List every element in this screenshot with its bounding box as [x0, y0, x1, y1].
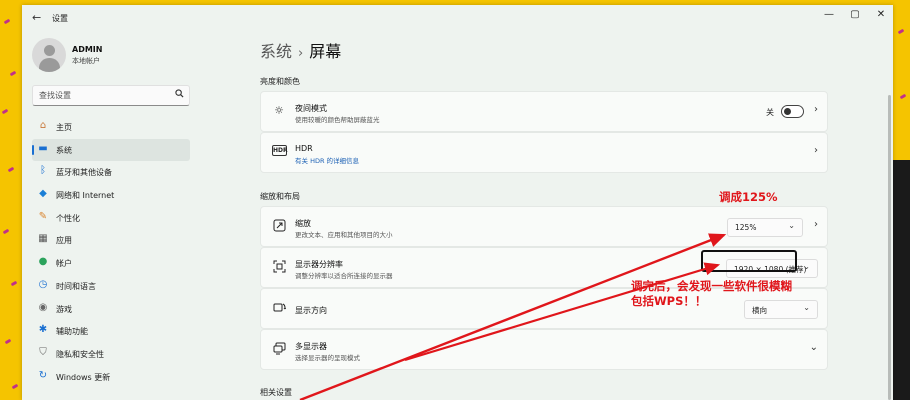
- annotation-blur-note-line1: 调完后，会发现一些软件很模糊: [631, 279, 792, 293]
- annotation-scale-note: 调成125%: [719, 190, 778, 204]
- annotation-blur-note-line2: 包括WPS！！: [631, 294, 707, 308]
- annotation-arrow-scale: [299, 233, 727, 400]
